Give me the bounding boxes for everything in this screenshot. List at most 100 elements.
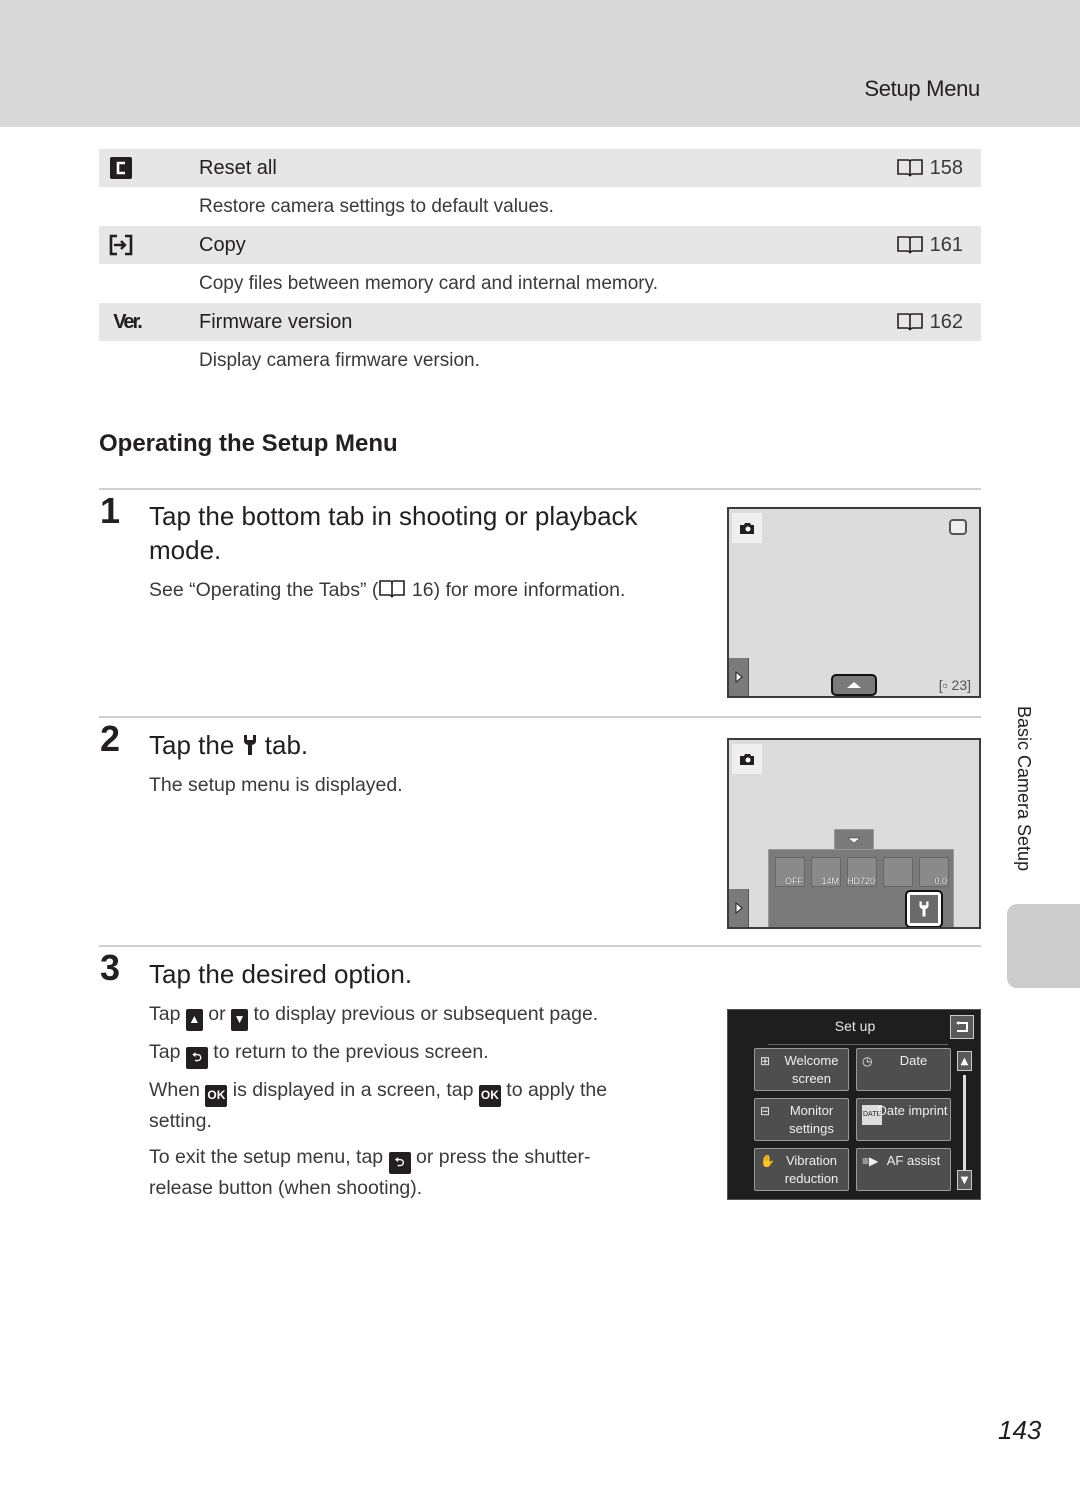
step-title: Tap the tab. — [149, 728, 308, 762]
option-label: settings — [789, 1121, 834, 1136]
step-title-part: tab. — [264, 730, 309, 760]
left-tab-arrow[interactable] — [729, 889, 749, 927]
option-vibration-reduction[interactable]: ✋ Vibration reduction — [754, 1148, 849, 1191]
text-part: When — [149, 1079, 200, 1101]
step-number: 3 — [100, 947, 121, 988]
menu-description-text: Copy files between memory card and inter… — [199, 272, 659, 294]
scroll-up-button[interactable]: ▲ — [957, 1051, 972, 1071]
text-part: Tap — [149, 1041, 181, 1063]
setup-menu-table: Reset all 158 Restore camera settings to… — [99, 149, 981, 380]
option-af-assist[interactable]: ≡▶ AF assist — [856, 1148, 951, 1191]
step-divider — [99, 716, 981, 718]
menu-description: Copy files between memory card and inter… — [99, 264, 981, 303]
option-label: Welcome — [784, 1053, 839, 1068]
scrollbar-track[interactable] — [963, 1075, 966, 1170]
option-label: screen — [791, 1071, 832, 1086]
text-part: to apply the — [506, 1079, 608, 1101]
bottom-tab-button[interactable] — [831, 674, 877, 696]
frames-remaining: 23 — [951, 677, 968, 693]
step-title: Tap the bottom tab in shooting or playba… — [149, 499, 638, 567]
section-title: Operating the Setup Menu — [99, 430, 398, 457]
text-part: is displayed in a screen, tap — [232, 1079, 474, 1101]
tab-icon-value: OFF — [785, 876, 803, 886]
page-reference-number: 162 — [929, 310, 963, 333]
tab-icon-value: HD720 — [846, 876, 875, 886]
page-reference-number: 161 — [929, 233, 963, 256]
left-tab-arrow[interactable] — [729, 658, 749, 696]
menu-description: Restore camera settings to default value… — [99, 187, 981, 226]
return-button[interactable] — [950, 1015, 974, 1039]
option-label: Date imprint — [877, 1103, 948, 1118]
step-title-line: mode. — [149, 535, 222, 565]
wrench-icon — [919, 901, 929, 917]
copy-icon — [109, 233, 133, 257]
option-date-imprint[interactable]: DATE Date imprint — [856, 1098, 951, 1141]
text-part: or — [208, 1003, 226, 1025]
page-reference[interactable]: 158 — [896, 157, 963, 180]
menu-description-text: Restore camera settings to default value… — [199, 195, 554, 217]
tab-icon-value: 0.0 — [934, 876, 947, 886]
page-reference[interactable]: 161 — [896, 234, 963, 257]
setup-tab-button[interactable] — [905, 890, 943, 927]
self-timer-icon[interactable]: OFF — [775, 857, 805, 887]
step-number: 2 — [100, 718, 121, 759]
collapse-tab[interactable] — [834, 829, 874, 851]
text-part: To exit the setup menu, tap — [149, 1146, 384, 1168]
menu-row-copy: Copy 161 — [99, 226, 981, 264]
camera-screen-shooting: [▫ 23] — [727, 507, 981, 698]
camera-screen-setup-menu: Set up ⊞ Welcome screen ◷ Date ⊟ Monitor s… — [727, 1009, 981, 1200]
text-part: or press the shutter- — [416, 1146, 591, 1168]
running-header: Setup Menu — [864, 76, 980, 101]
step-text-part: See “Operating the Tabs” ( — [149, 579, 379, 601]
scroll-down-icon: ▼ — [231, 1008, 249, 1031]
menu-label: Copy — [199, 233, 246, 256]
option-label: reduction — [784, 1171, 839, 1186]
return-icon — [956, 1021, 968, 1032]
menu-label: Firmware version — [199, 310, 353, 333]
text-part: to display previous or subsequent page. — [253, 1003, 599, 1025]
text-part: Tap — [149, 1003, 181, 1025]
step-instruction: To exit the setup menu, tap ⮌ or press t… — [149, 1143, 591, 1203]
book-icon — [379, 580, 406, 598]
ok-icon: OK — [205, 1084, 228, 1107]
step-title: Tap the desired option. — [149, 959, 413, 989]
step-text: See “Operating the Tabs” ( 16) for more … — [149, 576, 625, 605]
exposure-compensation-icon[interactable]: 0.0 — [919, 857, 949, 887]
monitor-icon: ⊟ — [760, 1104, 771, 1118]
vibration-reduction-icon — [949, 519, 967, 535]
af-assist-icon: ≡▶ — [862, 1154, 879, 1168]
movie-options-icon[interactable]: HD720 — [847, 857, 877, 887]
down-arrow-icon — [847, 837, 861, 844]
menu-description: Display camera firmware version. — [99, 341, 981, 380]
book-icon — [896, 159, 923, 177]
return-icon: ⮌ — [388, 1151, 411, 1174]
step-instruction: Tap ▲ or ▼ to display previous or subseq… — [149, 1000, 598, 1031]
chapter-thumb-tab — [1007, 904, 1080, 988]
step-instruction: When OK is displayed in a screen, tap OK… — [149, 1076, 607, 1136]
page-reference-number[interactable]: 16 — [412, 579, 434, 601]
option-label: Date — [899, 1053, 928, 1068]
up-arrow-icon — [847, 682, 861, 688]
option-date[interactable]: ◷ Date — [856, 1048, 951, 1091]
vibration-reduction-icon: ✋ — [760, 1154, 775, 1168]
touch-shooting-icon[interactable] — [883, 857, 913, 887]
option-monitor-settings[interactable]: ⊟ Monitor settings — [754, 1098, 849, 1141]
setup-screen-title: Set up — [834, 1018, 876, 1034]
menu-label: Reset all — [199, 156, 277, 179]
step-instruction: Tap ⮌ to return to the previous screen. — [149, 1038, 489, 1069]
menu-row-firmware-version: Ver. Firmware version 162 — [99, 303, 981, 341]
text-part: release button (when shooting). — [149, 1176, 423, 1199]
scroll-down-button[interactable]: ▼ — [957, 1170, 972, 1190]
shooting-mode-icon[interactable] — [732, 513, 762, 543]
clock-icon: ◷ — [862, 1054, 873, 1068]
tab-icon-row: OFF 14M HD720 0.0 — [775, 857, 949, 887]
welcome-screen-icon: ⊞ — [760, 1054, 771, 1068]
option-welcome-screen[interactable]: ⊞ Welcome screen — [754, 1048, 849, 1091]
option-label: Monitor — [789, 1103, 834, 1118]
image-mode-icon[interactable]: 14M — [811, 857, 841, 887]
shooting-mode-icon[interactable] — [732, 744, 762, 774]
reset-all-icon — [109, 156, 133, 180]
step-text: The setup menu is displayed. — [149, 774, 403, 796]
page-reference[interactable]: 162 — [896, 311, 963, 334]
remaining-exposures: [▫ 23] — [938, 677, 971, 693]
